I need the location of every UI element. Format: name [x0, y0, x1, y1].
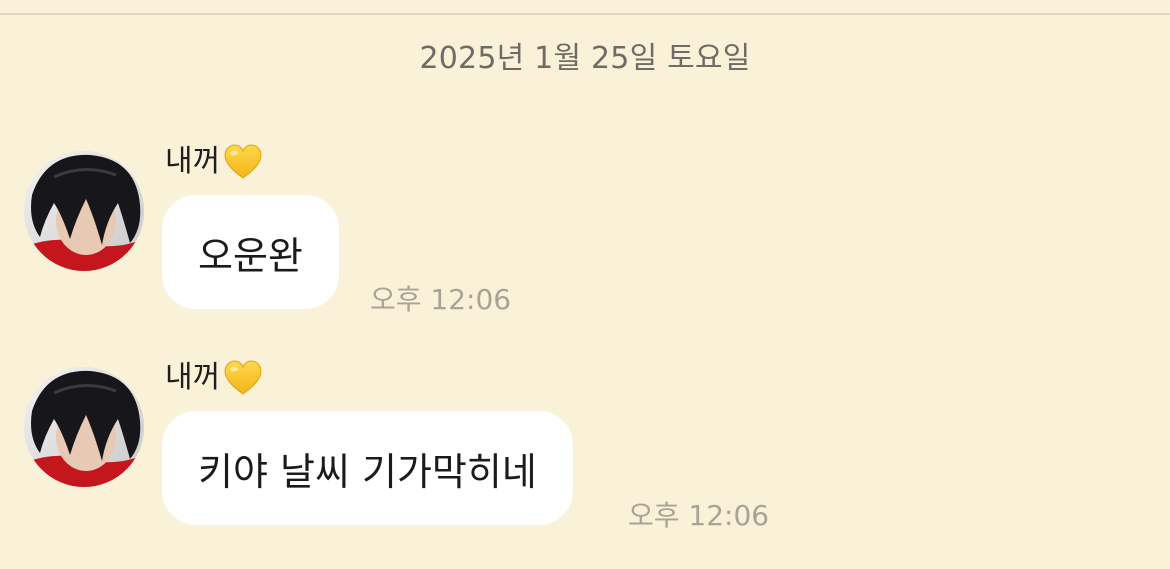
sender-row: 내꺼	[165, 139, 263, 185]
date-separator: 2025년 1월 25일 토요일	[419, 41, 751, 76]
message-bubble[interactable]: 키야 날씨 기가막히네	[162, 411, 573, 525]
message-timestamp: 오후 12:06	[628, 499, 770, 532]
yellow-heart-icon	[223, 143, 263, 181]
chat-message: 내꺼 오운완 오후 12:06	[0, 139, 1170, 329]
message-bubble[interactable]: 오운완	[162, 195, 339, 309]
message-timestamp: 오후 12:06	[370, 283, 512, 316]
sender-name: 내꺼	[165, 360, 221, 395]
top-divider	[0, 13, 1170, 15]
sender-avatar[interactable]	[24, 151, 144, 271]
sender-row: 내꺼	[165, 355, 263, 401]
sender-avatar[interactable]	[24, 367, 144, 487]
yellow-heart-icon	[223, 359, 263, 397]
avatar-photo-icon	[24, 367, 144, 487]
avatar-photo-icon	[24, 151, 144, 271]
sender-name: 내꺼	[165, 144, 221, 179]
chat-message: 내꺼 키야 날씨 기가막히네 오후 12:06	[0, 355, 1170, 545]
